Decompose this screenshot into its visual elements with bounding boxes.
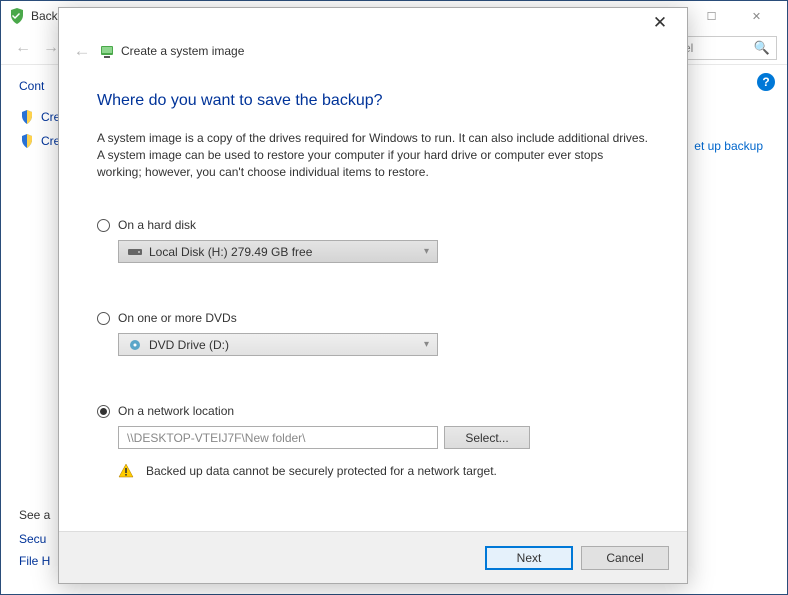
option-network-label: On a network location — [118, 404, 234, 418]
network-path-input[interactable] — [118, 426, 438, 449]
radio-harddisk[interactable] — [97, 219, 110, 232]
bg-filehistory-link[interactable]: File H — [19, 554, 50, 568]
dvd-dropdown[interactable]: DVD Drive (D:) ▾ — [118, 333, 438, 356]
modal-header: ← Create a system image — [59, 38, 687, 64]
modal-title: Create a system image — [121, 44, 244, 58]
bg-search-box[interactable]: el 🔍 — [677, 36, 777, 60]
bg-maximize-button[interactable]: ☐ — [689, 2, 734, 30]
dvd-value: DVD Drive (D:) — [149, 338, 229, 352]
modal-content: Where do you want to save the backup? A … — [59, 64, 687, 531]
backup-app-icon — [9, 8, 25, 24]
shield-icon — [19, 109, 35, 125]
option-dvd: On one or more DVDs DVD Drive (D:) ▾ — [97, 311, 649, 356]
disk-icon — [127, 246, 143, 258]
bg-close-button[interactable]: ✕ — [734, 2, 779, 30]
radio-dvd[interactable] — [97, 312, 110, 325]
option-dvd-row[interactable]: On one or more DVDs — [97, 311, 649, 325]
cancel-button[interactable]: Cancel — [581, 546, 669, 570]
bg-setup-backup-link[interactable]: et up backup — [694, 139, 763, 153]
next-button[interactable]: Next — [485, 546, 573, 570]
chevron-down-icon: ▾ — [424, 339, 429, 350]
option-harddisk-label: On a hard disk — [118, 218, 196, 232]
warning-icon — [118, 463, 134, 479]
network-path-row: Select... — [118, 426, 649, 449]
bg-see-also-section: See a Secu File H — [19, 508, 50, 576]
radio-network[interactable] — [97, 405, 110, 418]
option-network: On a network location Select... Backed u… — [97, 404, 649, 479]
chevron-down-icon: ▾ — [424, 246, 429, 257]
modal-titlebar: ✕ — [59, 8, 687, 38]
modal-close-button[interactable]: ✕ — [645, 13, 675, 33]
shield-icon — [19, 133, 35, 149]
option-network-row[interactable]: On a network location — [97, 404, 649, 418]
modal-back-arrow[interactable]: ← — [71, 41, 93, 61]
search-icon: 🔍 — [754, 40, 770, 56]
modal-footer: Next Cancel — [59, 531, 687, 583]
harddisk-value: Local Disk (H:) 279.49 GB free — [149, 245, 312, 259]
bg-security-link[interactable]: Secu — [19, 532, 50, 546]
option-dvd-label: On one or more DVDs — [118, 311, 237, 325]
harddisk-dropdown[interactable]: Local Disk (H:) 279.49 GB free ▾ — [118, 240, 438, 263]
option-harddisk: On a hard disk Local Disk (H:) 279.49 GB… — [97, 218, 649, 263]
create-system-image-dialog: ✕ ← Create a system image Where do you w… — [58, 7, 688, 584]
network-warning: Backed up data cannot be securely protec… — [118, 463, 649, 479]
dvd-icon — [127, 339, 143, 351]
network-warning-text: Backed up data cannot be securely protec… — [146, 464, 497, 478]
bg-see-also-heading: See a — [19, 508, 50, 522]
system-image-icon — [99, 43, 115, 59]
modal-heading: Where do you want to save the backup? — [97, 92, 649, 110]
option-harddisk-row[interactable]: On a hard disk — [97, 218, 649, 232]
modal-description: A system image is a copy of the drives r… — [97, 130, 649, 180]
bg-back-arrow[interactable]: ← — [11, 36, 35, 60]
help-icon[interactable]: ? — [757, 73, 775, 91]
select-network-button[interactable]: Select... — [444, 426, 530, 449]
